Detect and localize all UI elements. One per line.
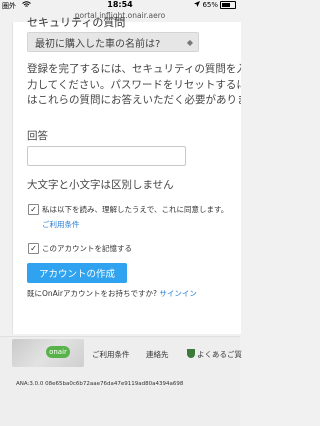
instructions-text: 登録を完了するには、セキュリティの質問を入 力してください。パスワードをリセット… xyxy=(27,63,241,106)
battery-icon xyxy=(220,1,236,9)
terms-checkbox[interactable]: ✓ xyxy=(28,204,39,215)
terms-checkbox-label: 私は以下を読み、理解したうえで、これに同意します。 xyxy=(42,205,229,214)
footer-terms-link[interactable]: ご利用条件 xyxy=(92,349,130,360)
battery-fill xyxy=(222,3,230,7)
signin-prompt: 既にOnAirアカウントをお持ちですか? xyxy=(27,289,157,298)
security-question-select[interactable]: 最初に購入した車の名前は? ◆ xyxy=(27,32,199,52)
case-sensitivity-note: 大文字と小文字は区別しません xyxy=(27,179,174,191)
terms-link[interactable]: ご利用条件 xyxy=(42,219,80,230)
signin-row: 既にOnAirアカウントをお持ちですか? サインイン xyxy=(27,288,197,299)
select-caret-icon: ◆ xyxy=(186,38,193,47)
partial-heading: セキュリティの質問 xyxy=(27,16,126,29)
remember-checkbox-label: このアカウントを記憶する xyxy=(42,244,132,253)
create-account-button[interactable]: アカウントの作成 xyxy=(27,263,127,283)
registration-card: セキュリティの質問 最初に購入した車の名前は? ◆ 登録を完了するには、セキュリ… xyxy=(12,16,241,334)
footer-faq-link[interactable]: よくあるご質 xyxy=(187,349,242,360)
security-question-value: 最初に購入した車の名前は? xyxy=(35,38,161,50)
beginner-mark-icon xyxy=(187,349,195,358)
answer-label: 回答 xyxy=(27,130,48,142)
battery-percent: 65% xyxy=(202,1,218,9)
footer-faq-label: よくあるご質 xyxy=(197,350,242,359)
signin-link[interactable]: サインイン xyxy=(159,289,197,298)
logo-text: onair xyxy=(46,346,70,358)
status-bar: 圏外 18:54 65% xyxy=(0,0,240,11)
onair-logo: onair xyxy=(12,339,84,367)
footer: onair ご利用条件 連絡先 よくあるご質 ANA:3.0.0 08e65ba… xyxy=(0,337,242,426)
answer-input[interactable] xyxy=(27,146,186,166)
status-right: 65% xyxy=(194,1,236,9)
location-arrow-icon xyxy=(194,1,201,9)
version-string: ANA:3.0.0 08e65ba0c6b72aae76da47e9119ad8… xyxy=(16,381,184,387)
remember-checkbox[interactable]: ✓ xyxy=(28,243,39,254)
footer-contact-link[interactable]: 連絡先 xyxy=(146,349,169,360)
